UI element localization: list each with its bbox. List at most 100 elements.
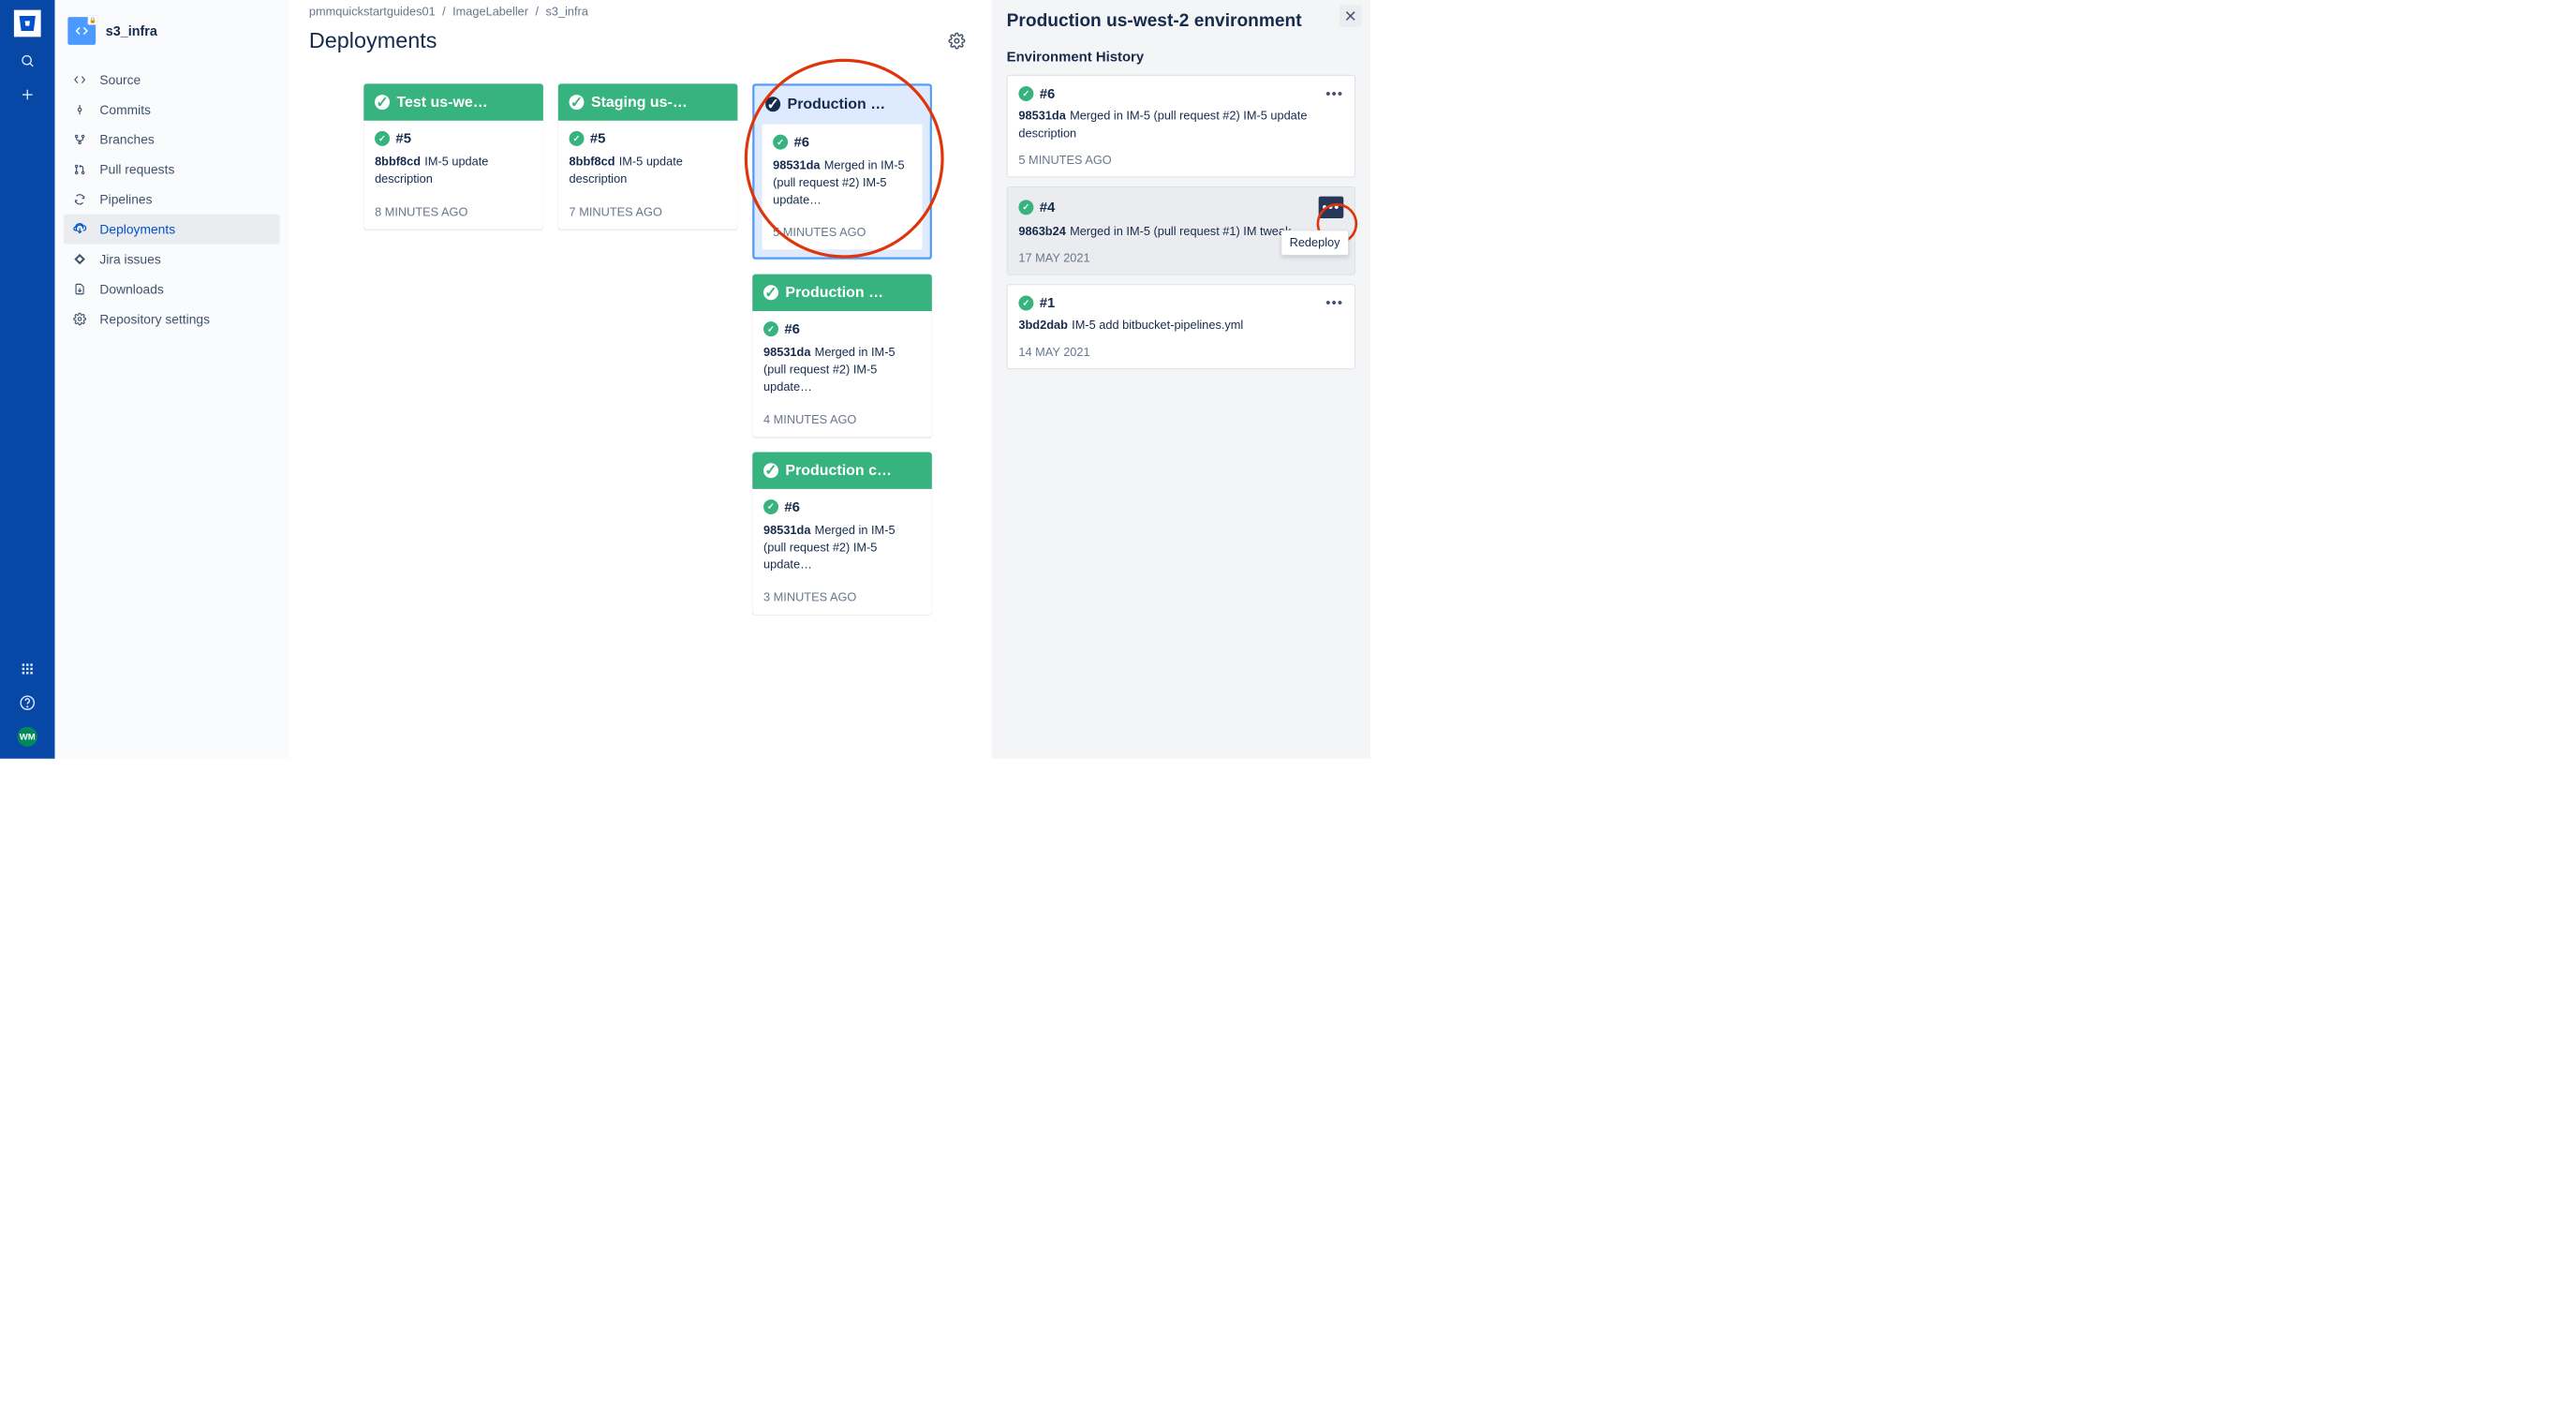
env-card-production[interactable]: ✓ Production c… ✓ #6 98531daMerged in IM-5… <box>752 452 932 615</box>
repo-sidebar: 🔒 s3_infra Source Commits Branches Pull … <box>55 0 289 759</box>
history-number: #6 <box>1040 86 1056 102</box>
history-item[interactable]: ✓ #6 ••• 98531daMerged in IM-5 (pull requ… <box>1007 75 1355 177</box>
deploy-message: 98531daMerged in IM-5 (pull request #2) … <box>763 522 921 574</box>
check-icon: ✓ <box>570 95 585 110</box>
history-number: #4 <box>1040 200 1056 215</box>
pipelines-icon <box>72 191 88 207</box>
env-name: Production c… <box>785 462 891 479</box>
pullrequest-icon <box>72 161 88 177</box>
panel-title: Production us-west-2 environment <box>1007 10 1355 31</box>
help-icon[interactable] <box>18 692 37 712</box>
check-icon: ✓ <box>763 286 778 301</box>
nav-label: Jira issues <box>99 251 160 266</box>
bitbucket-logo[interactable] <box>14 10 41 37</box>
lock-icon: 🔒 <box>88 15 98 25</box>
deploy-message: 98531daMerged in IM-5 (pull request #2) … <box>773 157 911 210</box>
sidebar-item-pipelines[interactable]: Pipelines <box>64 185 279 215</box>
sidebar-item-source[interactable]: Source <box>64 65 279 95</box>
sidebar-item-deployments[interactable]: Deployments <box>64 215 279 245</box>
commits-icon <box>72 102 88 118</box>
nav-label: Commits <box>99 102 151 117</box>
check-icon: ✓ <box>1018 296 1033 311</box>
settings-button[interactable] <box>941 26 971 56</box>
deploy-number: #6 <box>793 134 809 150</box>
nav-label: Branches <box>99 132 154 147</box>
history-time: 14 MAY 2021 <box>1018 346 1343 360</box>
deploy-number: #5 <box>395 130 411 146</box>
page-title: Deployments <box>309 28 437 53</box>
history-message: 3bd2dabIM-5 add bitbucket-pipelines.yml <box>1018 318 1343 335</box>
deploy-time: 8 MINUTES AGO <box>375 205 532 219</box>
environment-history-panel: Production us-west-2 environment Environ… <box>992 0 1370 759</box>
more-actions-button[interactable]: ••• <box>1319 196 1344 217</box>
history-number: #1 <box>1040 295 1056 311</box>
sidebar-item-commits[interactable]: Commits <box>64 95 279 125</box>
main-content: pmmquickstartguides01/ ImageLabeller/ s3… <box>289 0 992 759</box>
breadcrumb-link[interactable]: s3_infra <box>545 5 587 19</box>
repo-icon: 🔒 <box>67 17 96 45</box>
history-item[interactable]: ✓ #1 ••• 3bd2dabIM-5 add bitbucket-pipeli… <box>1007 284 1355 369</box>
check-icon: ✓ <box>570 131 585 146</box>
deploy-time: 5 MINUTES AGO <box>773 226 911 240</box>
nav-label: Pull requests <box>99 162 174 177</box>
deploy-message: 8bbf8cdIM-5 update description <box>375 154 532 188</box>
more-actions-button[interactable]: ••• <box>1325 84 1343 102</box>
env-card-production-selected[interactable]: ✓Production … ✓#6 98531daMerged in IM-5 … <box>752 83 932 259</box>
search-icon[interactable] <box>18 51 37 70</box>
repo-header[interactable]: 🔒 s3_infra <box>64 17 279 45</box>
create-icon[interactable] <box>18 84 37 104</box>
deploy-message: 98531daMerged in IM-5 (pull request #2) … <box>763 344 921 396</box>
nav-label: Repository settings <box>99 311 210 326</box>
env-card-staging[interactable]: ✓ Staging us-… ✓ #5 8bbf8cdIM-5 update des… <box>558 83 738 229</box>
sidebar-item-settings[interactable]: Repository settings <box>64 305 279 334</box>
check-icon: ✓ <box>763 499 778 514</box>
deploy-message: 8bbf8cdIM-5 update description <box>570 154 727 188</box>
check-icon: ✓ <box>1018 200 1033 215</box>
env-name: Test us-we… <box>396 94 487 111</box>
check-icon: ✓ <box>765 97 780 111</box>
check-icon: ✓ <box>375 95 390 110</box>
history-time: 5 MINUTES AGO <box>1018 154 1343 168</box>
check-icon: ✓ <box>763 463 778 478</box>
deploy-number: #6 <box>784 498 800 514</box>
deploy-number: #6 <box>784 321 800 337</box>
downloads-icon <box>72 281 88 297</box>
panel-subtitle: Environment History <box>1007 49 1355 65</box>
deploy-time: 4 MINUTES AGO <box>763 413 921 427</box>
check-icon: ✓ <box>773 135 788 150</box>
check-icon: ✓ <box>375 131 390 146</box>
breadcrumb-link[interactable]: ImageLabeller <box>452 5 528 19</box>
more-actions-button[interactable]: ••• <box>1325 294 1343 312</box>
env-card-test[interactable]: ✓ Test us-we… ✓ #5 8bbf8cdIM-5 update desc… <box>363 83 543 229</box>
global-nav: WM <box>0 0 55 759</box>
history-message: 98531daMerged in IM-5 (pull request #2) … <box>1018 108 1343 142</box>
nav-label: Source <box>99 72 141 87</box>
gear-icon <box>72 311 88 327</box>
branches-icon <box>72 131 88 147</box>
breadcrumb-link[interactable]: pmmquickstartguides01 <box>309 5 436 19</box>
deploy-time: 3 MINUTES AGO <box>763 591 921 605</box>
env-card-production[interactable]: ✓ Production … ✓ #6 98531daMerged in IM-5 … <box>752 275 932 438</box>
nav-label: Deployments <box>99 221 175 236</box>
sidebar-item-jira[interactable]: Jira issues <box>64 245 279 275</box>
nav-label: Downloads <box>99 281 163 296</box>
check-icon: ✓ <box>763 321 778 336</box>
sidebar-item-branches[interactable]: Branches <box>64 125 279 155</box>
history-item[interactable]: ✓#4 ••• 9863b24Merged in IM-5 (pull requ… <box>1007 186 1355 275</box>
sidebar-item-pullrequests[interactable]: Pull requests <box>64 155 279 185</box>
check-icon: ✓ <box>1018 86 1033 101</box>
env-name: Production … <box>785 284 883 301</box>
app-switcher-icon[interactable] <box>18 659 37 678</box>
breadcrumbs: pmmquickstartguides01/ ImageLabeller/ s3… <box>309 5 972 19</box>
sidebar-item-downloads[interactable]: Downloads <box>64 275 279 305</box>
deploy-number: #5 <box>590 130 606 146</box>
nav-label: Pipelines <box>99 192 152 207</box>
user-avatar[interactable]: WM <box>18 727 37 747</box>
deployments-icon <box>72 221 88 237</box>
env-name: Staging us-… <box>591 94 688 111</box>
deploy-time: 7 MINUTES AGO <box>570 205 727 219</box>
close-button[interactable] <box>1340 5 1361 26</box>
repo-name: s3_infra <box>106 23 157 38</box>
jira-icon <box>72 251 88 267</box>
source-icon <box>72 72 88 88</box>
